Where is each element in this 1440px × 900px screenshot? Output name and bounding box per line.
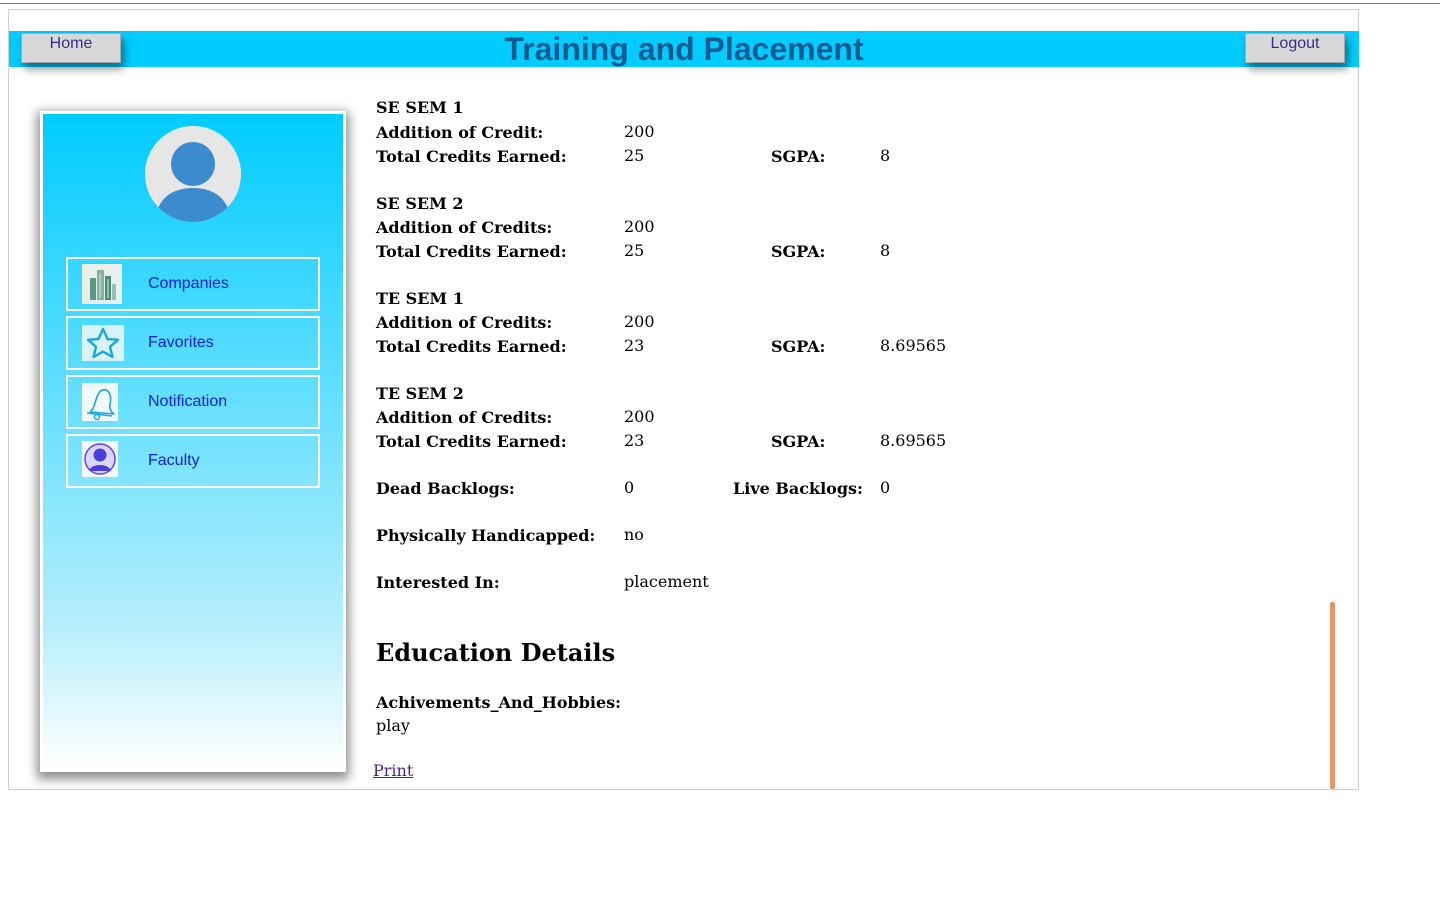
earned-label: Total Credits Earned: [376,337,567,356]
sidebar: Companies Favorites Notification Faculty [40,111,346,772]
star-icon [82,323,124,363]
sidebar-item-faculty[interactable]: Faculty [66,434,320,488]
interested-value: placement [624,572,709,591]
scrollbar[interactable] [1330,602,1335,789]
faculty-user-icon [82,441,122,481]
credit-label: Addition of Credits: [376,408,553,427]
earned-value: 23 [624,336,645,355]
sgpa-label: SGPA: [771,242,826,261]
semester-title: SE SEM 2 [376,194,464,213]
sgpa-value: 8.69565 [880,336,947,355]
sgpa-label: SGPA: [771,147,826,166]
credit-value: 200 [624,312,655,331]
sidebar-item-notification[interactable]: Notification [66,375,320,429]
earned-label: Total Credits Earned: [376,432,567,451]
sgpa-value: 8 [880,241,891,260]
sidebar-item-favorites[interactable]: Favorites [66,316,320,370]
earned-label: Total Credits Earned: [376,242,567,261]
earned-value: 23 [624,431,645,450]
user-avatar-icon [145,126,241,222]
logout-button[interactable]: Logout [1245,33,1345,63]
credit-label: Addition of Credits: [376,218,553,237]
sgpa-label: SGPA: [771,337,826,356]
dead-backlogs-label: Dead Backlogs: [376,479,515,498]
semester-title: TE SEM 2 [376,384,464,403]
interested-label: Interested In: [376,573,500,592]
handicapped-label: Physically Handicapped: [376,526,596,545]
sidebar-item-companies[interactable]: Companies [66,257,320,311]
hobbies-label: Achivements_And_Hobbies: [376,693,622,712]
hobbies-value: play [376,716,410,735]
earned-value: 25 [624,146,645,165]
credit-value: 200 [624,217,655,236]
earned-label: Total Credits Earned: [376,147,567,166]
page-title: Training and Placement [504,31,864,67]
sidebar-item-label: Companies [148,275,229,292]
top-rule [0,3,1440,4]
semester-title: TE SEM 1 [376,289,464,308]
sgpa-value: 8 [880,146,891,165]
semester-title: SE SEM 1 [376,98,464,117]
earned-value: 25 [624,241,645,260]
credit-value: 200 [624,122,655,141]
dead-backlogs-value: 0 [624,478,635,497]
education-heading: Education Details [376,638,616,667]
credit-label: Addition of Credits: [376,313,553,332]
sidebar-item-label: Notification [148,393,228,410]
live-backlogs-label: Live Backlogs: [733,479,863,498]
sidebar-item-label: Favorites [148,334,214,351]
header-bar: Training and Placement [9,31,1359,67]
bell-icon [82,382,122,422]
print-link[interactable]: Print [373,761,413,780]
credit-label: Addition of Credit: [376,123,544,142]
sgpa-value: 8.69565 [880,431,947,450]
home-button[interactable]: Home [21,33,121,63]
sidebar-item-label: Faculty [148,452,200,469]
credit-value: 200 [624,407,655,426]
handicapped-value: no [624,525,644,544]
sgpa-label: SGPA: [771,432,826,451]
buildings-icon [82,264,122,304]
live-backlogs-value: 0 [880,478,891,497]
